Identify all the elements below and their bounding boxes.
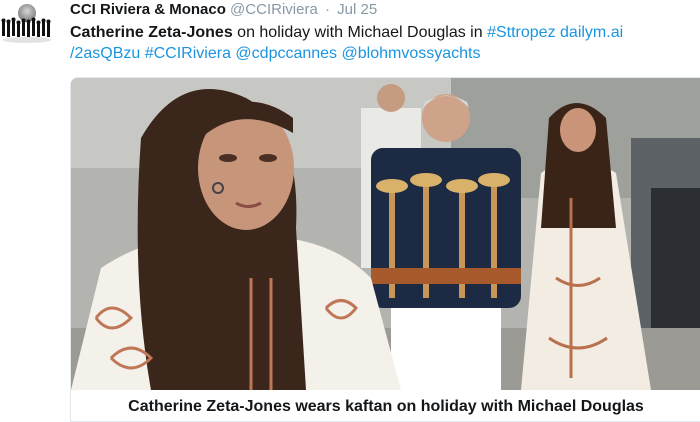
card-title[interactable]: Catherine Zeta-Jones wears kaftan on hol… <box>71 398 700 416</box>
photo-illustration <box>71 78 700 390</box>
link-dailymail-part2[interactable]: /2asQBzu <box>70 45 140 62</box>
tweet-date[interactable]: Jul 25 <box>337 1 377 18</box>
tweet-bold-name: Catherine Zeta-Jones <box>70 24 233 41</box>
hashtag-sttropez[interactable]: #Sttropez <box>487 24 555 41</box>
link-dailymail-part1[interactable]: dailym.ai <box>560 24 623 41</box>
mention-cdpccannes[interactable]: @cdpccannes <box>235 45 337 62</box>
tweet-header: CCI Riviera & Monaco @CCIRiviera · Jul 2… <box>70 0 694 20</box>
tweet-body: CCI Riviera & Monaco @CCIRiviera · Jul 2… <box>70 0 694 64</box>
separator-dot: · <box>324 1 330 18</box>
mention-blohmvossyachts[interactable]: @blohmvossyachts <box>342 45 481 62</box>
tweet-text: Catherine Zeta-Jones on holiday with Mic… <box>70 22 694 64</box>
link-card[interactable]: Catherine Zeta-Jones wears kaftan on hol… <box>70 77 700 422</box>
tweet-plain-text: on holiday with Michael Douglas in <box>232 24 488 41</box>
crowd-globe-icon <box>1 4 51 43</box>
card-photo[interactable] <box>71 78 700 390</box>
author-handle[interactable]: @CCIRiviera <box>230 1 318 18</box>
author-name[interactable]: CCI Riviera & Monaco <box>70 1 226 18</box>
avatar[interactable] <box>0 0 54 54</box>
hashtag-cciriviera[interactable]: #CCIRiviera <box>145 45 231 62</box>
